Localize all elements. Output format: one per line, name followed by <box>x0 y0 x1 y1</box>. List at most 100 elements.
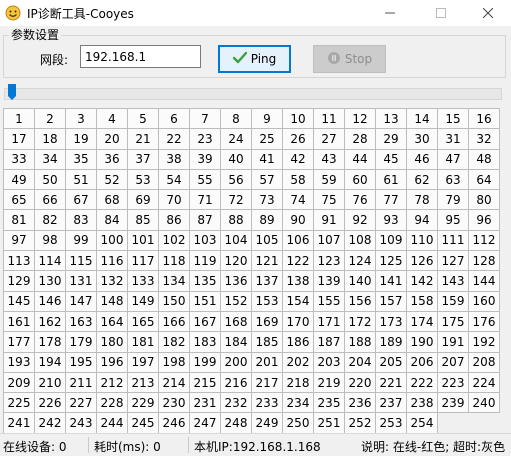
ip-cell[interactable]: 200 <box>221 352 252 373</box>
ip-cell[interactable]: 241 <box>4 413 35 434</box>
ip-cell[interactable]: 73 <box>252 190 283 211</box>
ip-cell[interactable]: 202 <box>283 352 314 373</box>
ip-cell[interactable]: 103 <box>190 230 221 252</box>
ip-cell[interactable]: 112 <box>469 230 500 252</box>
ip-cell[interactable]: 180 <box>97 332 128 353</box>
ip-cell[interactable]: 77 <box>376 190 407 211</box>
ip-cell[interactable]: 68 <box>97 190 128 211</box>
ip-cell[interactable]: 165 <box>128 311 159 333</box>
ip-cell[interactable]: 92 <box>345 210 376 231</box>
ip-cell[interactable]: 51 <box>66 169 97 191</box>
ip-cell[interactable]: 23 <box>190 129 221 150</box>
ip-cell[interactable]: 118 <box>159 251 190 272</box>
ip-cell[interactable]: 243 <box>66 413 97 434</box>
ip-cell[interactable]: 245 <box>128 413 159 434</box>
ip-cell[interactable]: 121 <box>252 251 283 272</box>
ip-cell[interactable]: 117 <box>128 251 159 272</box>
ip-cell[interactable]: 63 <box>438 169 469 191</box>
ip-cell[interactable]: 219 <box>314 372 345 394</box>
ip-cell[interactable]: 220 <box>345 372 376 394</box>
ip-cell[interactable]: 115 <box>66 251 97 272</box>
ip-cell[interactable]: 190 <box>407 332 438 353</box>
ip-cell[interactable]: 102 <box>159 230 190 252</box>
ip-cell[interactable]: 81 <box>4 210 35 231</box>
ip-cell[interactable]: 234 <box>283 393 314 414</box>
ip-cell[interactable]: 38 <box>159 149 190 170</box>
ip-cell[interactable]: 233 <box>252 393 283 414</box>
ip-cell[interactable]: 107 <box>314 230 345 252</box>
ip-cell[interactable]: 174 <box>407 311 438 333</box>
ip-cell[interactable]: 161 <box>4 311 35 333</box>
ip-cell[interactable]: 53 <box>128 169 159 191</box>
ip-cell[interactable]: 90 <box>283 210 314 231</box>
ip-cell[interactable]: 126 <box>407 251 438 272</box>
ip-cell[interactable]: 194 <box>35 352 66 373</box>
ip-cell[interactable]: 132 <box>97 271 128 292</box>
ip-cell[interactable]: 159 <box>438 291 469 312</box>
ip-cell[interactable]: 26 <box>283 129 314 150</box>
ip-cell[interactable]: 242 <box>35 413 66 434</box>
ip-cell[interactable]: 131 <box>66 271 97 292</box>
ip-cell[interactable]: 116 <box>97 251 128 272</box>
ip-cell[interactable]: 130 <box>35 271 66 292</box>
ip-cell[interactable]: 124 <box>345 251 376 272</box>
ip-cell[interactable]: 114 <box>35 251 66 272</box>
ip-cell[interactable]: 35 <box>66 149 97 170</box>
ip-cell[interactable]: 182 <box>159 332 190 353</box>
ip-cell[interactable]: 185 <box>252 332 283 353</box>
ip-cell[interactable]: 94 <box>407 210 438 231</box>
ip-cell[interactable]: 108 <box>345 230 376 252</box>
ip-cell[interactable]: 2 <box>35 109 66 130</box>
ip-cell[interactable]: 143 <box>438 271 469 292</box>
ip-cell[interactable]: 46 <box>407 149 438 170</box>
ip-cell[interactable]: 85 <box>128 210 159 231</box>
ip-cell[interactable]: 62 <box>407 169 438 191</box>
ip-cell[interactable]: 167 <box>190 311 221 333</box>
ip-cell[interactable]: 226 <box>35 393 66 414</box>
ip-cell[interactable]: 201 <box>252 352 283 373</box>
ip-cell[interactable]: 214 <box>159 372 190 394</box>
ip-cell[interactable]: 229 <box>128 393 159 414</box>
ip-cell[interactable]: 206 <box>407 352 438 373</box>
ip-cell[interactable]: 109 <box>376 230 407 252</box>
ip-cell[interactable]: 179 <box>66 332 97 353</box>
ip-cell[interactable]: 195 <box>66 352 97 373</box>
ip-cell[interactable]: 25 <box>252 129 283 150</box>
ip-cell[interactable]: 160 <box>469 291 500 312</box>
ip-cell[interactable]: 99 <box>66 230 97 252</box>
minimize-button[interactable] <box>367 0 413 26</box>
ip-cell[interactable]: 154 <box>283 291 314 312</box>
ip-cell[interactable]: 22 <box>159 129 190 150</box>
ip-cell[interactable]: 208 <box>469 352 500 373</box>
ip-cell[interactable]: 14 <box>407 109 438 130</box>
ip-cell[interactable]: 205 <box>376 352 407 373</box>
ip-cell[interactable]: 221 <box>376 372 407 394</box>
ip-cell[interactable]: 248 <box>221 413 252 434</box>
ip-cell[interactable]: 33 <box>4 149 35 170</box>
ip-cell[interactable]: 225 <box>4 393 35 414</box>
ip-cell[interactable]: 15 <box>438 109 469 130</box>
ip-cell[interactable]: 54 <box>159 169 190 191</box>
ip-cell[interactable]: 244 <box>97 413 128 434</box>
ip-cell[interactable]: 91 <box>314 210 345 231</box>
ip-cell[interactable]: 235 <box>314 393 345 414</box>
ip-cell[interactable]: 71 <box>190 190 221 211</box>
ip-cell[interactable]: 28 <box>345 129 376 150</box>
ip-cell[interactable]: 20 <box>97 129 128 150</box>
ip-cell[interactable]: 213 <box>128 372 159 394</box>
ip-cell[interactable]: 204 <box>345 352 376 373</box>
ip-cell[interactable]: 6 <box>159 109 190 130</box>
stop-button[interactable]: Stop <box>313 45 386 73</box>
ip-cell[interactable]: 168 <box>221 311 252 333</box>
ip-cell[interactable]: 13 <box>376 109 407 130</box>
ip-cell[interactable]: 164 <box>97 311 128 333</box>
ip-cell[interactable]: 198 <box>159 352 190 373</box>
slider-thumb[interactable] <box>7 83 17 101</box>
ip-cell[interactable]: 123 <box>314 251 345 272</box>
ip-cell[interactable]: 192 <box>469 332 500 353</box>
ip-cell[interactable]: 144 <box>469 271 500 292</box>
ip-cell[interactable]: 128 <box>469 251 500 272</box>
ip-cell[interactable]: 193 <box>4 352 35 373</box>
ip-cell[interactable]: 74 <box>283 190 314 211</box>
ip-cell[interactable]: 39 <box>190 149 221 170</box>
